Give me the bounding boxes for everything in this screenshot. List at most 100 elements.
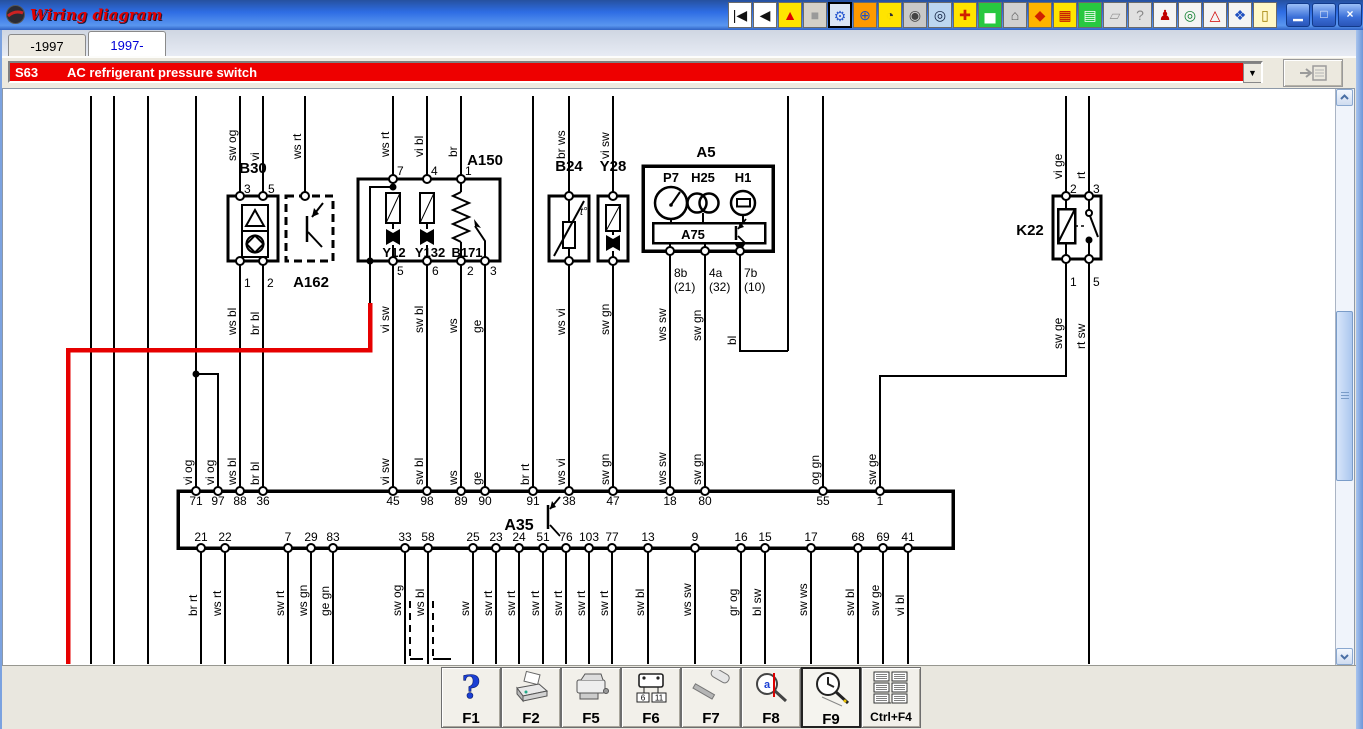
toolbar-instruments-button[interactable]: ◎ (928, 2, 952, 28)
fkey-f5-button[interactable]: F5 (561, 667, 621, 728)
fkey-f7-button[interactable]: F7 (681, 667, 741, 728)
fkey-ctrl-f4-button[interactable]: Ctrl+F4 (861, 667, 921, 728)
pin-connector (1062, 255, 1070, 263)
maximize-button[interactable]: □ (1312, 3, 1336, 27)
toolbar-lamp-button[interactable]: ▯ (1253, 2, 1277, 28)
wire-label: sw og (390, 585, 404, 616)
pin-label: 47 (606, 494, 620, 508)
pin-connector (469, 544, 477, 552)
garage-icon: ⌂ (1011, 7, 1019, 23)
pin-label: 29 (304, 530, 318, 544)
svg-text:a: a (764, 679, 771, 691)
wire-label: vi bl (412, 136, 426, 157)
fkey-f8-button[interactable]: aF8 (741, 667, 801, 728)
pin-connector (701, 247, 709, 255)
pin-label: 90 (478, 494, 492, 508)
wire-label: ws rt (290, 133, 304, 160)
gauge-icon: ◔ (886, 7, 894, 23)
plotter-icon (562, 668, 620, 710)
pin-label: 6 (432, 264, 439, 278)
vertical-scrollbar[interactable] (1335, 89, 1354, 665)
window-border-left (0, 30, 2, 729)
lamp-H1 (731, 191, 755, 215)
scroll-up-button[interactable] (1336, 89, 1353, 106)
wire-label: sw (458, 601, 472, 616)
fkey-f9-button[interactable]: F9 (801, 667, 861, 728)
magnifier-component-icon: a (742, 668, 800, 710)
selector-dropdown-button[interactable]: ▼ (1243, 63, 1261, 83)
pin-label: 103 (579, 530, 599, 544)
minimize-button[interactable]: ▁ (1286, 3, 1310, 27)
pin-label: 55 (816, 494, 830, 508)
screwdriver-icon (682, 668, 740, 710)
pin-label: 33 (398, 530, 412, 544)
component-A162 (286, 196, 333, 261)
toolbar-gauge-button[interactable]: ◔ (878, 2, 902, 28)
pin-label: 89 (454, 494, 468, 508)
toolbar-garage-button[interactable]: ⌂ (1003, 2, 1027, 28)
wire-label: ws sw (655, 452, 669, 486)
tab-pre-1997[interactable]: -1997 (8, 34, 86, 58)
junction-dot (1086, 237, 1093, 244)
wire-label: sw ge (868, 584, 882, 616)
component-boxes (178, 166, 1101, 548)
pin-connector (236, 257, 244, 265)
toolbar-help-gray-button[interactable]: ? (1128, 2, 1152, 28)
toolbar-globe-button[interactable]: ⊕ (853, 2, 877, 28)
toolbar-wrench-button[interactable]: ⚙ (828, 2, 852, 28)
toolbar-service-button[interactable]: ◆ (1028, 2, 1052, 28)
wire-label: ws sw (680, 583, 694, 617)
toolbar-nav-back-button[interactable]: ◀ (753, 2, 777, 28)
toolbar-window-panel-button[interactable]: ■ (803, 2, 827, 28)
circuit-selector[interactable]: S63 AC refrigerant pressure switch ▼ (8, 61, 1263, 83)
chevron-down-icon (1339, 651, 1350, 662)
junction-dot (367, 258, 374, 265)
pin-connector (562, 544, 570, 552)
pin-label: 9 (692, 530, 699, 544)
scroll-thumb[interactable] (1336, 311, 1353, 481)
help-gray-icon: ? (1136, 7, 1144, 23)
pin-label: 88 (233, 494, 247, 508)
wire-label: br bl (248, 312, 262, 335)
toolbar-print-green-button[interactable]: ▤ (1078, 2, 1102, 28)
toolbar-wheel-button[interactable]: ◉ (903, 2, 927, 28)
toolbar-parts-button[interactable]: ▦ (1053, 2, 1077, 28)
wire-label: sw rt (273, 590, 287, 616)
tab-1997-on[interactable]: 1997- (88, 31, 166, 58)
goto-component-button[interactable] (1283, 59, 1343, 87)
wire-label: ws bl (225, 308, 239, 336)
toolbar-warning-button[interactable]: ▲ (778, 2, 802, 28)
toolbar-person-button[interactable]: ♟ (1153, 2, 1177, 28)
circuit-code: S63 (15, 65, 38, 80)
scroll-down-button[interactable] (1336, 648, 1353, 665)
diagram-canvas[interactable]: B30A162A150B24Y28A5K22A35Y12Y132B171P7H2… (2, 88, 1355, 666)
toolbar-tools-button[interactable]: ✚ (953, 2, 977, 28)
pin-label: 58 (421, 530, 435, 544)
fkey-f6-button[interactable]: 611F6 (621, 667, 681, 728)
toolbar-hazard-button[interactable]: △ (1203, 2, 1227, 28)
pin-label: 1 (465, 164, 472, 178)
wiring-diagram: B30A162A150B24Y28A5K22A35Y12Y132B171P7H2… (3, 89, 1337, 665)
pin-label: 7 (397, 164, 404, 178)
fkey-f2-button[interactable]: F2 (501, 667, 561, 728)
wire-label: vi bl (893, 595, 907, 616)
pin-label: 1 (877, 494, 884, 508)
toolbar-lift-button[interactable]: ▅ (978, 2, 1002, 28)
fkey-label: F7 (682, 710, 740, 727)
close-button[interactable]: × (1338, 3, 1362, 27)
fkey-label: F2 (502, 710, 560, 727)
card-icon: ▱ (1110, 7, 1121, 23)
wire-label: sw rt (504, 590, 518, 616)
toolbar-card-button[interactable]: ▱ (1103, 2, 1127, 28)
toolbar-nav-first-button[interactable]: |◀ (728, 2, 752, 28)
pin-connector (389, 175, 397, 183)
help-icon: ? (442, 668, 500, 710)
wire-label: vi og (181, 460, 195, 485)
toolbar-engine-part-button[interactable]: ❖ (1228, 2, 1252, 28)
wire-label: ws bl (413, 589, 427, 617)
toolbar-inspection-button[interactable]: ◎ (1178, 2, 1202, 28)
fkey-f1-button[interactable]: ?F1 (441, 667, 501, 728)
wire-label: vi (248, 152, 262, 161)
window-controls: ▁ □ × (1286, 3, 1362, 27)
wire-label: vi sw (598, 132, 612, 159)
